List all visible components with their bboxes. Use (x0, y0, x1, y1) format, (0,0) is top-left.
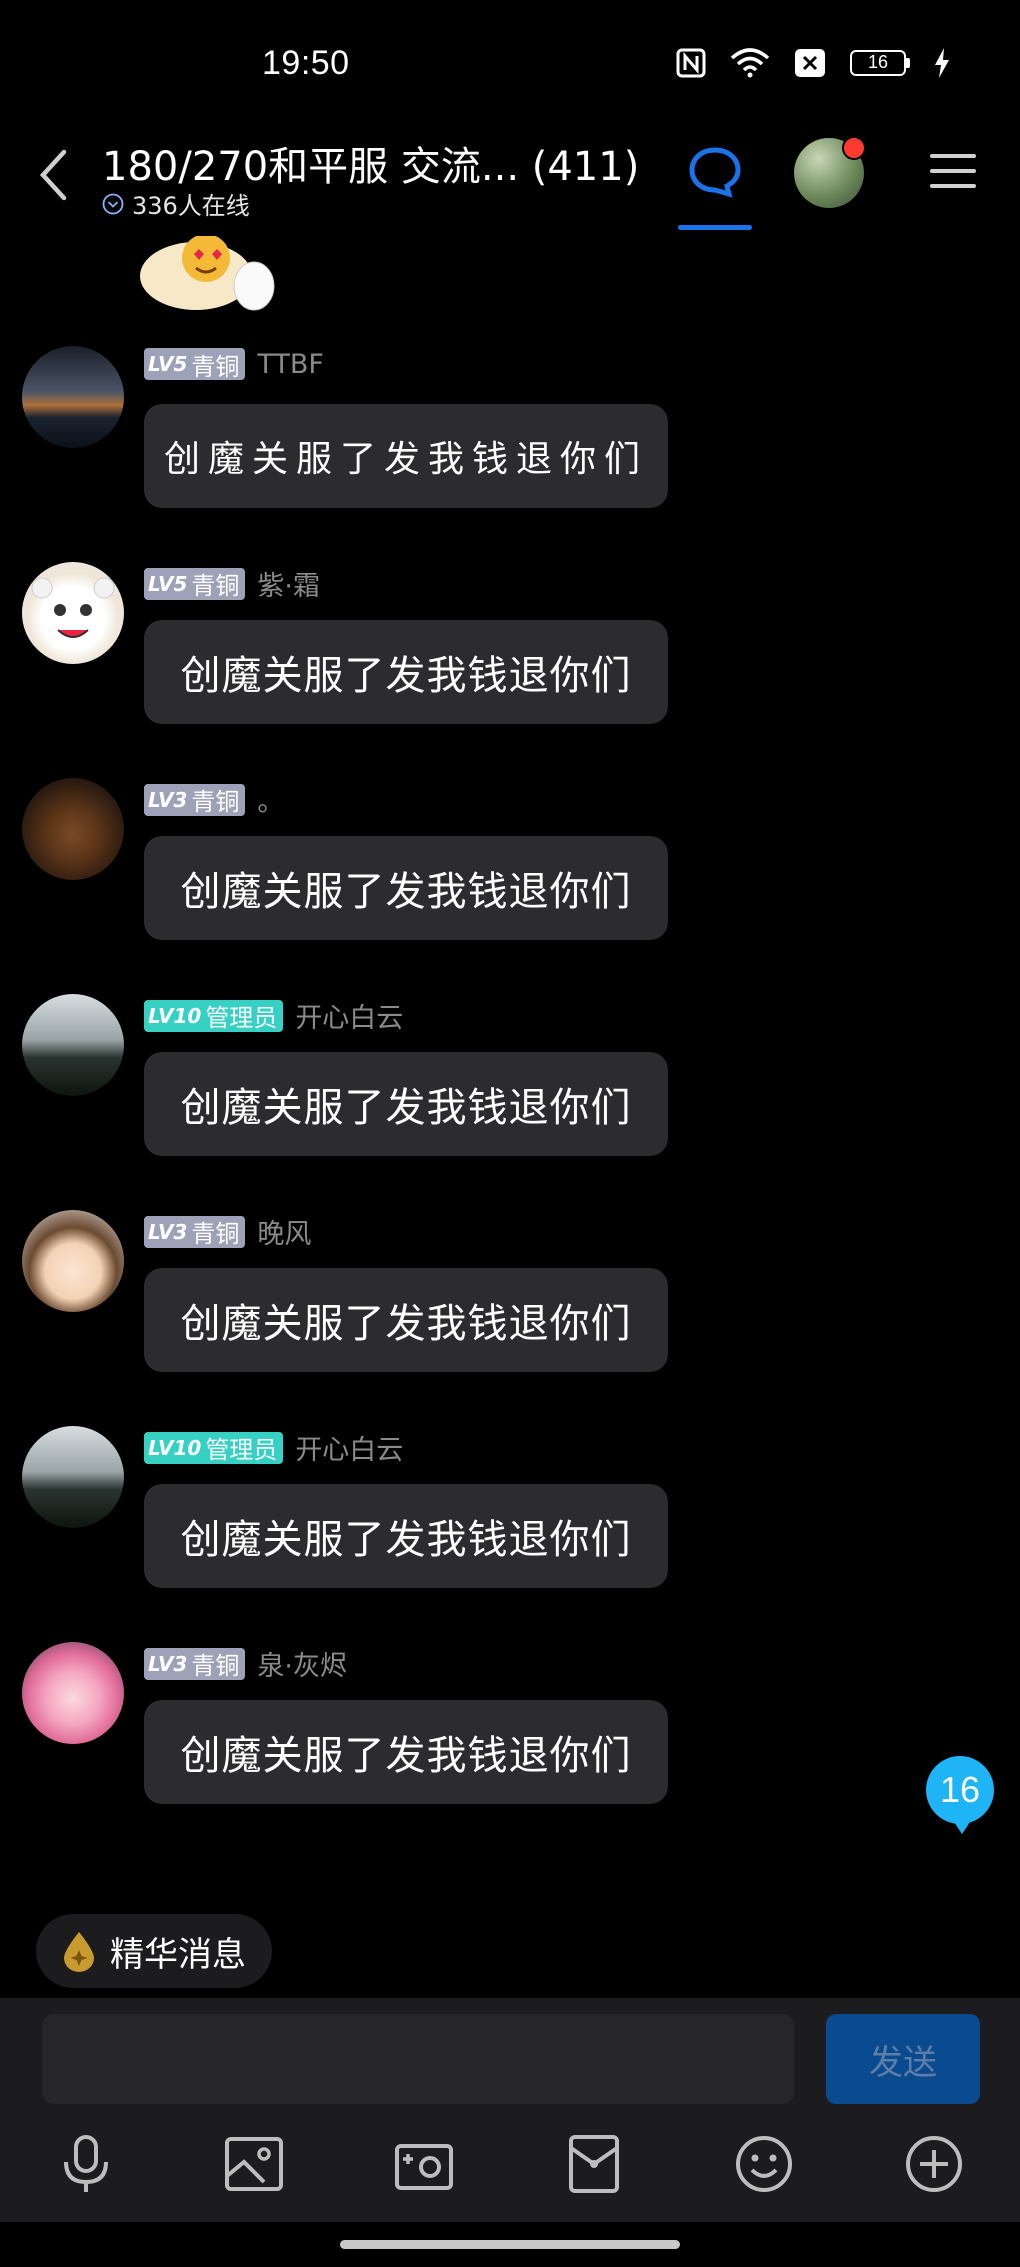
nickname[interactable]: 晚风 (257, 1212, 311, 1251)
group-title[interactable]: 180/270和平服 交流... (411) (102, 134, 639, 192)
message-input[interactable] (42, 2014, 794, 2104)
avatar[interactable] (22, 1210, 124, 1312)
status-time: 19:50 (262, 44, 350, 82)
message-meta: LV10 管理员 开心白云 (144, 996, 403, 1035)
message-bubble[interactable]: 创魔关服了发我钱退你们 (144, 620, 668, 724)
level-badge: LV3 青铜 (144, 1215, 246, 1248)
message-meta: LV5 青铜 TTBF (144, 348, 324, 381)
online-count[interactable]: 336人在线 (102, 186, 250, 221)
avatar[interactable] (22, 1642, 124, 1744)
message-bubble[interactable]: 创魔关服了发我钱退你们 (144, 1700, 668, 1804)
camera-icon (395, 2144, 453, 2190)
chat-header: 180/270和平服 交流... (411) 336人在线 (0, 130, 1020, 240)
camera-button[interactable] (392, 2132, 456, 2196)
nickname[interactable]: 泉·灰烬 (257, 1644, 347, 1683)
menu-button[interactable] (928, 146, 978, 196)
emoji-sticker[interactable] (134, 236, 284, 316)
plus-icon (906, 2136, 962, 2192)
list-item: LV3 青铜 晚风 创魔关服了发我钱退你们 (0, 1204, 1020, 1404)
message-bubble[interactable]: 创魔关服了发我钱退你们 (144, 836, 668, 940)
online-count-label: 336人在线 (132, 192, 250, 220)
list-item: LV10 管理员 开心白云 创魔关服了发我钱退你们 (0, 1420, 1020, 1620)
image-icon (225, 2137, 283, 2191)
list-item: LV3 青铜 泉·灰烬 创魔关服了发我钱退你们 (0, 1636, 1020, 1836)
level-badge: LV3 青铜 (144, 1647, 246, 1680)
mic-icon (64, 2135, 108, 2192)
back-button[interactable] (28, 140, 78, 210)
list-item: LV3 青铜 。 创魔关服了发我钱退你们 (0, 772, 1020, 972)
droplet-icon (64, 1932, 94, 1972)
send-button[interactable]: 发送 (826, 2014, 980, 2104)
emoji-button[interactable] (732, 2132, 796, 2196)
avatar[interactable] (22, 562, 124, 664)
no-sim-icon (795, 49, 825, 77)
nickname[interactable]: TTBF (257, 349, 324, 380)
message-meta: LV3 青铜 。 (144, 780, 284, 819)
avatar[interactable] (22, 778, 124, 880)
level-badge: LV10 管理员 (144, 999, 284, 1032)
message-meta: LV10 管理员 开心白云 (144, 1428, 403, 1467)
red-packet-button[interactable] (562, 2132, 626, 2196)
level-badge: LV5 青铜 (144, 348, 246, 381)
list-item (0, 1852, 1020, 1856)
avatar[interactable] (22, 1426, 124, 1528)
emoji-icon (736, 2136, 792, 2192)
message-list[interactable]: LV5 青铜 TTBF 创魔关服了发我钱退你们 LV5 青铜 紫·霜 创魔关服了发我… (0, 236, 1020, 1856)
battery-icon: 16 (850, 50, 910, 76)
chat-bubble-icon (689, 147, 741, 198)
group-avatar[interactable] (794, 136, 866, 208)
hamburger-menu-icon (930, 154, 976, 188)
red-packet-icon (569, 2135, 619, 2193)
message-bubble[interactable]: 创魔关服了发我钱退你们 (144, 1484, 668, 1588)
nfc-icon (676, 48, 706, 78)
avatar[interactable] (22, 346, 124, 448)
status-bar: 19:50 16 (0, 0, 1020, 130)
voice-button[interactable] (54, 2132, 118, 2196)
list-item: LV5 青铜 紫·霜 创魔关服了发我钱退你们 (0, 556, 1020, 756)
level-badge: LV10 管理员 (144, 1431, 284, 1464)
composer-toolbar (0, 2118, 1020, 2218)
essence-label: 精华消息 (110, 1934, 246, 1975)
active-tab-indicator (678, 225, 752, 230)
list-item: LV5 青铜 TTBF 创魔关服了发我钱退你们 (0, 340, 1020, 540)
nickname[interactable]: 紫·霜 (257, 564, 320, 603)
message-bubble[interactable]: 创魔关服了发我钱退你们 (144, 1052, 668, 1156)
nickname[interactable]: 开心白云 (295, 996, 403, 1035)
nickname[interactable]: 开心白云 (295, 1428, 403, 1467)
wifi-icon (730, 48, 770, 78)
more-button[interactable] (902, 2132, 966, 2196)
nickname[interactable]: 。 (257, 780, 284, 819)
chevron-down-circle-icon (102, 193, 124, 214)
notification-dot (842, 136, 866, 160)
level-badge: LV5 青铜 (144, 567, 246, 600)
message-bubble[interactable]: 创魔关服了发我钱退你们 (144, 404, 668, 508)
chevron-left-icon (39, 149, 67, 201)
image-button[interactable] (222, 2132, 286, 2196)
battery-level: 16 (850, 50, 906, 76)
message-meta: LV3 青铜 晚风 (144, 1212, 311, 1251)
list-item: LV10 管理员 开心白云 创魔关服了发我钱退你们 (0, 988, 1020, 1188)
avatar[interactable] (22, 994, 124, 1096)
status-icons: 16 (676, 48, 950, 78)
tab-chat[interactable] (678, 136, 752, 230)
charging-icon (935, 48, 949, 78)
composer: 发送 (0, 1998, 1020, 2222)
message-bubble[interactable]: 创魔关服了发我钱退你们 (144, 1268, 668, 1372)
message-meta: LV3 青铜 泉·灰烬 (144, 1644, 347, 1683)
essence-messages-button[interactable]: 精华消息 (36, 1914, 272, 1988)
message-meta: LV5 青铜 紫·霜 (144, 564, 320, 603)
home-indicator[interactable] (340, 2240, 680, 2249)
unread-count-badge[interactable]: 16 (926, 1756, 994, 1834)
level-badge: LV3 青铜 (144, 783, 246, 816)
